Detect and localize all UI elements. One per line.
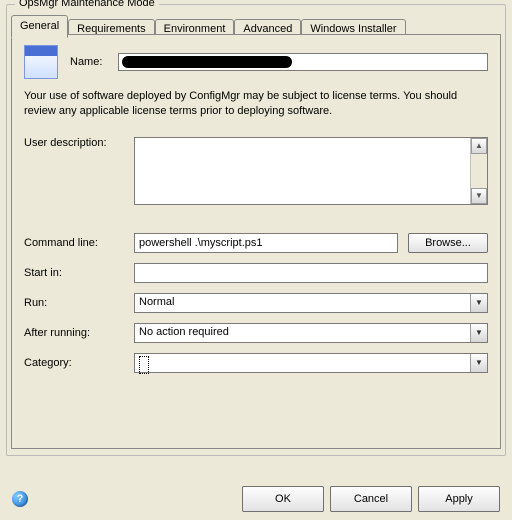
apply-button[interactable]: Apply [418, 486, 500, 512]
license-notice: Your use of software deployed by ConfigM… [24, 89, 488, 119]
user-description-label: User description: [24, 137, 134, 149]
program-icon [24, 45, 58, 79]
run-select[interactable]: Normal ▼ [134, 293, 488, 313]
user-description-field[interactable]: ▲ ▼ [134, 137, 488, 205]
scroll-up-icon[interactable]: ▲ [471, 138, 487, 154]
groupbox-title: OpsMgr Maintenance Mode [15, 0, 159, 9]
command-line-label: Command line: [24, 237, 134, 249]
dialog-window: OpsMgr Maintenance Mode General Requirem… [0, 0, 512, 520]
tab-general[interactable]: General [11, 15, 68, 38]
name-row: Name: [24, 45, 488, 79]
run-label: Run: [24, 297, 134, 309]
chevron-down-icon[interactable]: ▼ [470, 354, 487, 372]
after-running-label: After running: [24, 327, 134, 339]
tab-panel-general: Name: Your use of software deployed by C… [11, 34, 501, 449]
chevron-down-icon[interactable]: ▼ [470, 294, 487, 312]
scroll-down-icon[interactable]: ▼ [471, 188, 487, 204]
start-in-label: Start in: [24, 267, 134, 279]
category-select[interactable]: ▼ [134, 353, 488, 373]
ok-button[interactable]: OK [242, 486, 324, 512]
name-field[interactable] [118, 53, 488, 71]
category-label: Category: [24, 357, 134, 369]
start-in-input[interactable] [134, 263, 488, 283]
help-icon[interactable]: ? [12, 491, 28, 507]
main-groupbox: OpsMgr Maintenance Mode General Requirem… [6, 4, 506, 456]
category-value [135, 354, 470, 372]
after-running-select[interactable]: No action required ▼ [134, 323, 488, 343]
cancel-button[interactable]: Cancel [330, 486, 412, 512]
redacted-name [122, 56, 292, 68]
browse-button[interactable]: Browse... [408, 233, 488, 253]
after-running-value: No action required [135, 324, 470, 342]
user-description-textarea[interactable] [135, 138, 470, 204]
run-value: Normal [135, 294, 470, 312]
scrollbar[interactable]: ▲ ▼ [470, 138, 487, 204]
chevron-down-icon[interactable]: ▼ [470, 324, 487, 342]
name-label: Name: [70, 56, 118, 68]
dialog-button-bar: ? OK Cancel Apply [0, 486, 512, 512]
command-line-input[interactable] [134, 233, 398, 253]
